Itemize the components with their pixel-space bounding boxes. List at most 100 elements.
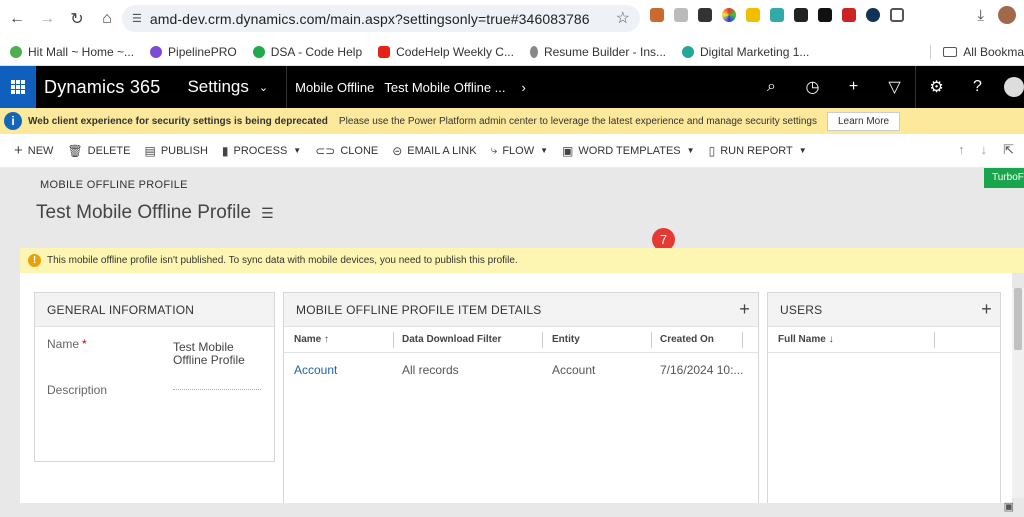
bookmark-item[interactable]: DSA - Code Help xyxy=(252,45,362,59)
search-icon[interactable]: ⌕ xyxy=(751,66,792,108)
bookmark-item[interactable]: PipelinePRO xyxy=(150,45,237,59)
extension-icon[interactable] xyxy=(866,8,880,22)
section-title: MOBILE OFFLINE PROFILE ITEM DETAILS xyxy=(296,302,542,317)
email-link-button[interactable]: ⊝ EMAIL A LINK xyxy=(392,144,476,158)
row-entity: Account xyxy=(552,363,596,377)
help-icon[interactable]: ? xyxy=(957,66,998,108)
clone-button[interactable]: ⊂⊃ CLONE xyxy=(315,144,378,158)
run-report-label: RUN REPORT xyxy=(720,144,793,157)
breadcrumb-mobile-offline[interactable]: Mobile Offline xyxy=(295,80,374,95)
bookmark-star-icon[interactable]: ☆ xyxy=(616,8,630,28)
scroll-thumb[interactable] xyxy=(1014,288,1022,350)
user-avatar[interactable] xyxy=(1004,77,1024,97)
bookmark-favicon-icon xyxy=(10,45,22,58)
all-bookmarks-label: All Bookma xyxy=(963,45,1024,59)
new-button[interactable]: + NEW xyxy=(14,142,53,159)
extension-icon[interactable] xyxy=(818,8,832,22)
warning-icon: ! xyxy=(28,254,41,267)
recent-history-icon[interactable]: ◷ xyxy=(792,66,833,108)
arrow-down-icon[interactable]: ↓ xyxy=(981,142,988,158)
page-scrollbar[interactable] xyxy=(1012,288,1024,498)
delete-button[interactable]: 🗑 DELETE xyxy=(67,144,130,158)
extension-icon[interactable] xyxy=(794,8,808,22)
name-value[interactable]: Test Mobile Offline Profile xyxy=(173,341,263,367)
name-label-text: Name xyxy=(47,337,80,351)
info-icon: i xyxy=(4,112,22,130)
bookmark-label: CodeHelp Weekly C... xyxy=(396,44,514,59)
chevron-down-icon: ▼ xyxy=(293,146,302,155)
arrow-up-icon[interactable]: ↑ xyxy=(958,142,965,158)
deprecation-text: Please use the Power Platform admin cent… xyxy=(338,115,817,127)
reload-icon[interactable]: ↻ xyxy=(62,4,92,34)
bookmark-item[interactable]: Hit Mall ~ Home ~... xyxy=(10,45,134,59)
bookmark-item[interactable]: CodeHelp Weekly C... xyxy=(378,45,514,59)
app-brand[interactable]: Dynamics 365 xyxy=(44,77,160,98)
extension-icon[interactable] xyxy=(746,8,760,22)
extension-icon[interactable] xyxy=(650,8,664,22)
bookmark-item[interactable]: Digital Marketing 1... xyxy=(682,45,809,59)
chevron-down-icon: ▼ xyxy=(798,146,807,155)
extension-icon[interactable] xyxy=(674,8,688,22)
extension-icon[interactable] xyxy=(842,8,856,22)
turbo-tag[interactable]: TurboF xyxy=(984,168,1024,188)
deprecation-banner: i Web client experience for security set… xyxy=(0,108,1024,134)
divider xyxy=(930,45,932,59)
table-row[interactable]: Account All records Account 7/16/2024 10… xyxy=(284,353,758,387)
site-info-icon[interactable]: ☰ xyxy=(132,12,142,25)
settings-menu-label: Settings xyxy=(187,77,249,96)
all-bookmarks[interactable]: All Bookma xyxy=(930,45,1024,59)
add-user-button[interactable]: + xyxy=(981,299,992,320)
word-templates-label: WORD TEMPLATES xyxy=(578,144,681,157)
learn-more-button[interactable]: Learn More xyxy=(826,111,901,131)
download-icon[interactable]: ⤓ xyxy=(977,7,984,24)
general-information-section: GENERAL INFORMATION Name * Test Mobile Of… xyxy=(34,292,275,462)
add-item-button[interactable]: + xyxy=(739,299,750,320)
bookmark-item[interactable]: Resume Builder - Ins... xyxy=(529,45,666,59)
flow-button[interactable]: ⤷ FLOW ▼ xyxy=(491,143,548,158)
save-icon[interactable]: ▣ xyxy=(1004,500,1014,513)
new-label: NEW xyxy=(27,144,54,157)
column-data-download-filter[interactable]: Data Download Filter xyxy=(402,334,501,345)
breadcrumb-record[interactable]: Test Mobile Offline ... xyxy=(384,80,505,95)
extension-icon[interactable] xyxy=(722,8,736,22)
extension-icon[interactable] xyxy=(698,8,712,22)
address-bar[interactable]: ☰ amd-dev.crm.dynamics.com/main.aspx?set… xyxy=(122,5,640,32)
form-selector-icon[interactable]: ☰ xyxy=(261,205,274,222)
gear-icon[interactable]: ⚙ xyxy=(916,66,957,108)
create-new-icon[interactable]: + xyxy=(833,66,874,108)
popout-icon[interactable]: ⇱ xyxy=(1003,142,1014,158)
row-name-link[interactable]: Account xyxy=(294,363,337,377)
process-button[interactable]: ▮ PROCESS ▼ xyxy=(222,144,301,158)
column-created-on[interactable]: Created On xyxy=(660,334,714,345)
puzzle-icon[interactable] xyxy=(890,8,904,22)
form-content: GENERAL INFORMATION Name * Test Mobile Of… xyxy=(20,273,1012,503)
column-name[interactable]: Name ↑ xyxy=(294,334,329,345)
run-report-button[interactable]: ▯ RUN REPORT ▼ xyxy=(709,144,807,158)
column-entity[interactable]: Entity xyxy=(552,334,580,345)
home-icon[interactable]: ⌂ xyxy=(92,4,122,34)
bookmark-label: PipelinePRO xyxy=(168,44,237,59)
column-separator xyxy=(742,332,743,348)
breadcrumb-chevron-icon[interactable]: › xyxy=(522,80,526,95)
settings-menu[interactable]: Settings ⌄ xyxy=(187,77,268,97)
back-icon[interactable]: ← xyxy=(2,4,32,34)
advanced-find-icon[interactable]: ▽ xyxy=(874,66,915,108)
extensions xyxy=(650,8,904,22)
forward-icon[interactable]: → xyxy=(32,4,62,34)
folder-icon xyxy=(943,47,958,57)
profile-avatar[interactable] xyxy=(998,6,1016,24)
word-templates-button[interactable]: ▣ WORD TEMPLATES ▼ xyxy=(562,144,695,158)
column-separator xyxy=(934,332,935,348)
column-full-name[interactable]: Full Name ↓ xyxy=(778,334,834,345)
required-icon: * xyxy=(82,337,87,351)
row-created-on: 7/16/2024 10:... xyxy=(660,363,744,377)
delete-label: DELETE xyxy=(87,144,131,157)
process-label: PROCESS xyxy=(233,144,288,157)
form-page: MOBILE OFFLINE PROFILE Test Mobile Offli… xyxy=(0,168,1024,517)
extension-icon[interactable] xyxy=(770,8,784,22)
description-input[interactable] xyxy=(173,389,261,390)
word-icon: ▣ xyxy=(562,143,574,158)
app-launcher-button[interactable] xyxy=(0,66,36,108)
browser-toolbar: ← → ↻ ⌂ ☰ amd-dev.crm.dynamics.com/main.… xyxy=(0,0,1024,38)
publish-button[interactable]: ▤ PUBLISH xyxy=(144,144,207,158)
